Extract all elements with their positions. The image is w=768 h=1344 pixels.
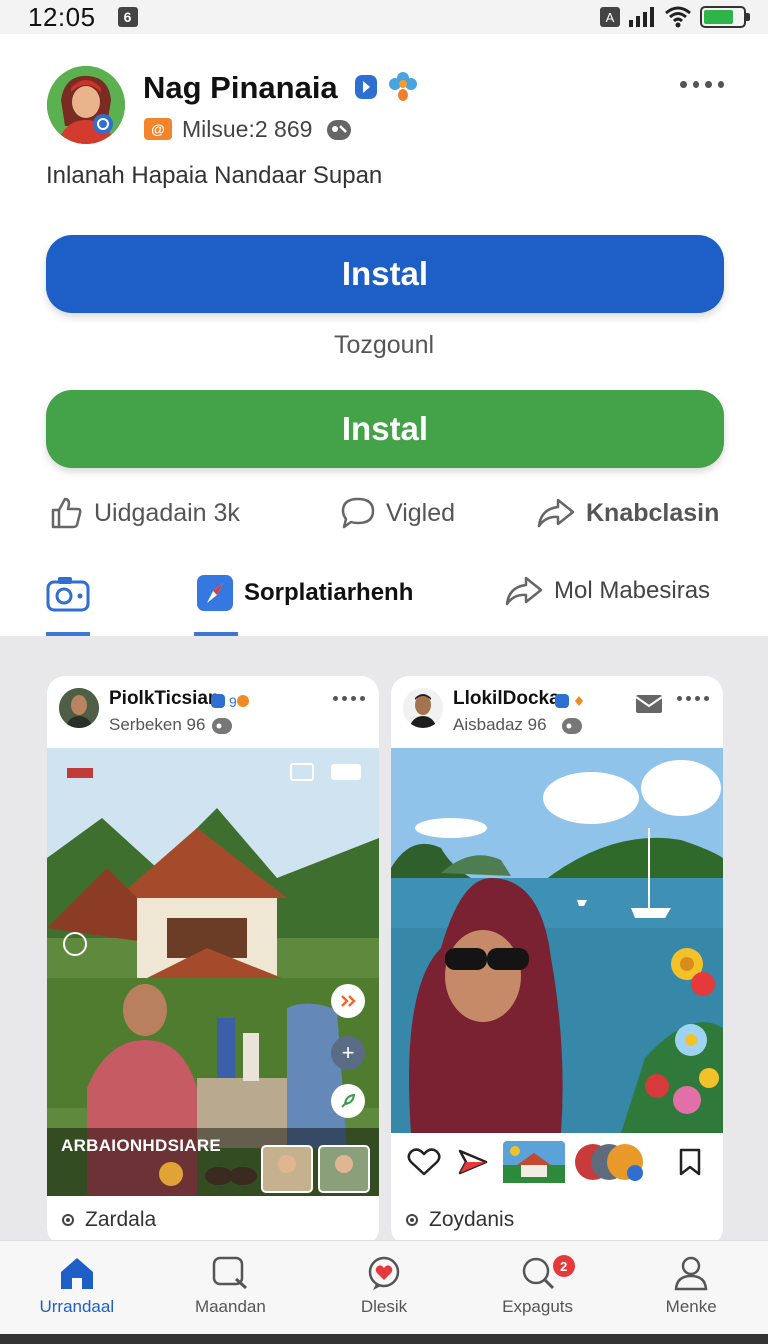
toggle-label[interactable]: Tozgounl: [0, 331, 768, 360]
nav-explore[interactable]: 2 Expaguts: [461, 1241, 615, 1334]
verified-icon: 9: [211, 694, 249, 710]
gear-icon: [62, 1214, 74, 1226]
mail-icon[interactable]: [635, 694, 663, 714]
bottom-nav: Urrandaal Maandan Dlesik 2 Expaguts Menk…: [0, 1240, 768, 1334]
status-bar: 12:05 6 A: [0, 0, 768, 34]
post-caption: Zardala: [59, 1208, 156, 1232]
nav-explore-label: Expaguts: [502, 1297, 574, 1316]
profile-meta: Milsue:2 869: [182, 116, 313, 142]
stacked-avatars-icon[interactable]: [575, 1141, 645, 1183]
post-more-button[interactable]: [333, 696, 365, 701]
add-icon[interactable]: +: [331, 1036, 365, 1070]
post-author: PiolkTicsian: [109, 688, 220, 709]
profile-name: Nag Pinanaia: [143, 70, 338, 105]
nav-home-label: Urrandaal: [39, 1297, 115, 1316]
meta-trailing-icon: [212, 718, 232, 734]
post-avatar[interactable]: [403, 688, 443, 728]
rocket-icon[interactable]: [331, 1084, 365, 1118]
comment-action[interactable]: Vigled: [340, 496, 455, 530]
meta-trailing-icon: [562, 718, 582, 734]
status-icons: A: [600, 6, 750, 28]
like-label: Uidgadain 3k: [94, 498, 240, 527]
profile-icon: [674, 1256, 708, 1291]
action-row: Uidgadain 3k Vigled Knabclasin: [0, 496, 768, 536]
comment-label: Vigled: [386, 498, 456, 527]
battery-level-fill: [704, 10, 733, 24]
meta-badge-icon: @: [144, 118, 172, 140]
tab-camera[interactable]: [46, 574, 90, 612]
heart-chat-icon: [368, 1256, 400, 1290]
tab-explore[interactable]: Sorplatiarhenh: [196, 574, 413, 612]
post-caption: Zoydanis: [403, 1208, 514, 1232]
verified-icon: [355, 75, 377, 99]
post-card[interactable]: PiolkTicsian 9 Serbeken 96 + ARBAIONHDSI…: [47, 676, 379, 1246]
nav-activity[interactable]: Dlesik: [307, 1241, 461, 1334]
post-image[interactable]: + ARBAIONHDSIARE: [47, 748, 379, 1196]
bookmark-icon[interactable]: [677, 1147, 703, 1177]
signal-icon: [629, 7, 654, 27]
post-card[interactable]: LlokilDocka Aisbadaz 96 Zoydanis: [391, 676, 723, 1246]
forward-icon: [505, 576, 543, 606]
post-caption-text: Zardala: [85, 1208, 157, 1231]
status-time: 12:05: [28, 1, 96, 32]
verified-icon: [555, 694, 583, 708]
profile-description: Inlanah Hapaia Nandaar Supan: [46, 162, 383, 189]
image-overlay-text: ARBAIONHDSIARE: [61, 1136, 222, 1155]
post-avatar[interactable]: [59, 688, 99, 728]
comment-icon: [341, 497, 375, 529]
nav-profile[interactable]: Menke: [614, 1241, 768, 1334]
like-action[interactable]: Uidgadain 3k: [50, 496, 240, 530]
post-subtitle: Serbeken 96: [109, 715, 206, 734]
nav-profile-label: Menke: [665, 1297, 717, 1316]
nav-messages[interactable]: Maandan: [154, 1241, 308, 1334]
wifi-icon: [665, 6, 691, 28]
tab-more[interactable]: Mol Mabesiras: [504, 574, 710, 608]
search-icon: [522, 1257, 554, 1290]
install-secondary-button[interactable]: Instal: [46, 390, 724, 468]
alert-icon: A: [600, 7, 620, 27]
profile-more-button[interactable]: [680, 74, 724, 94]
like-icon: [51, 497, 82, 529]
home-icon: [60, 1258, 93, 1289]
send-icon[interactable]: [457, 1147, 489, 1177]
post-more-button[interactable]: [677, 696, 709, 701]
svg-text:9: 9: [229, 694, 237, 710]
install-button[interactable]: Instal: [46, 235, 724, 313]
flower-badge-icon: [389, 72, 417, 101]
system-gesture-bar: [0, 1334, 768, 1344]
notification-icon: 6: [117, 7, 138, 27]
message-icon: [213, 1256, 248, 1290]
camera-icon: [46, 577, 90, 612]
tab-row: Sorplatiarhenh Mol Mabesiras: [0, 568, 768, 636]
image-action-icon[interactable]: [331, 984, 365, 1018]
thumbnail-icon[interactable]: [503, 1141, 565, 1183]
gear-icon: [406, 1214, 418, 1226]
share-action[interactable]: Knabclasin: [536, 496, 719, 530]
feed: PiolkTicsian 9 Serbeken 96 + ARBAIONHDSI…: [0, 636, 768, 1246]
heart-icon[interactable]: [407, 1147, 441, 1177]
post-image[interactable]: [391, 748, 723, 1133]
post-header: LlokilDocka Aisbadaz 96: [391, 676, 723, 748]
share-icon: [537, 498, 575, 528]
battery-icon: [700, 6, 750, 28]
nav-badge: 2: [552, 1255, 575, 1277]
tab-explore-label: Sorplatiarhenh: [244, 579, 414, 606]
post-header: PiolkTicsian 9 Serbeken 96: [47, 676, 379, 748]
nav-home[interactable]: Urrandaal: [0, 1241, 154, 1334]
post-actions: [391, 1133, 723, 1195]
post-author: LlokilDocka: [453, 688, 560, 709]
nav-messages-label: Maandan: [194, 1297, 266, 1316]
post-subtitle: Aisbadaz 96: [453, 715, 547, 734]
meta-trailing-icon: [327, 120, 351, 140]
nav-activity-label: Dlesik: [360, 1297, 408, 1316]
post-caption-text: Zoydanis: [429, 1208, 515, 1231]
compass-icon: [197, 575, 233, 611]
share-label: Knabclasin: [586, 498, 720, 527]
tab-more-label: Mol Mabesiras: [554, 577, 711, 604]
profile-avatar[interactable]: [47, 66, 125, 144]
profile-card: Nag Pinanaia @ Milsue:2 869 Inlanah Hapa…: [0, 34, 768, 636]
